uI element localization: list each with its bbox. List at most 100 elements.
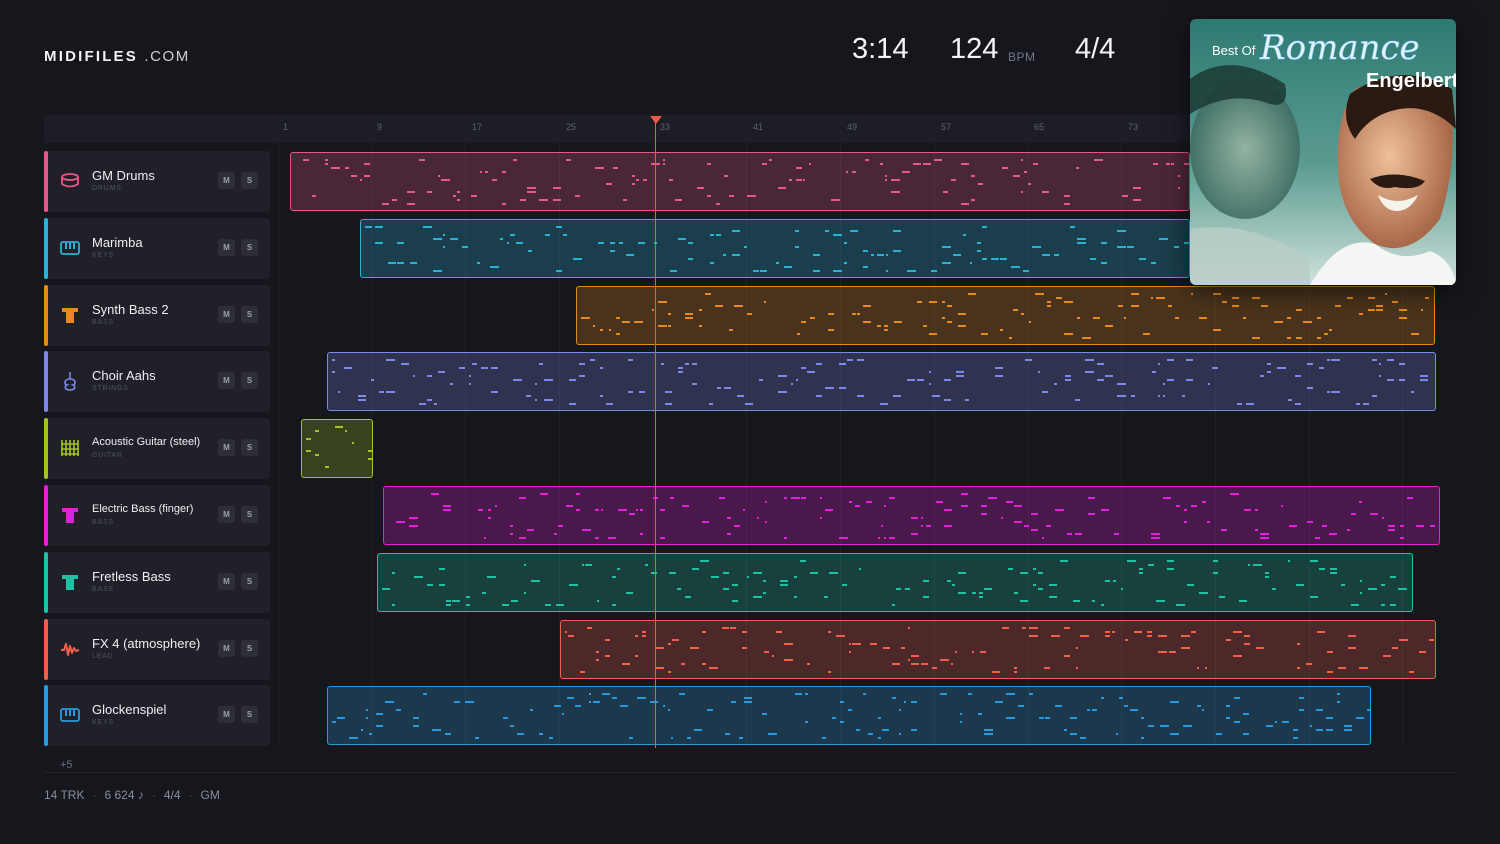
clip-notes [396,493,1435,539]
track-color-bar [44,619,48,680]
duration-display: 3:14 [852,33,909,65]
track-category: BASS [92,319,114,326]
solo-button[interactable]: S [241,573,258,590]
tempo-unit: BPM [1008,50,1036,64]
track-name: FX 4 (atmosphere) [92,636,201,651]
track-name: Electric Bass (finger) [92,503,194,515]
clip-6[interactable] [383,486,1440,545]
album-title-line2: Romance [1259,28,1420,68]
ruler-tick-41: 41 [753,122,764,132]
ruler-tick-9: 9 [377,122,383,132]
track-name: Acoustic Guitar (steel) [92,436,201,448]
track-category: KEYS [92,719,114,726]
solo-button[interactable]: S [241,706,258,723]
playhead-handle[interactable] [650,116,662,124]
track-header-8[interactable]: FX 4 (atmosphere) LEAD M S [44,619,270,680]
album-cover: Best Of Romance Engelbert [1190,19,1456,285]
keyboard-icon [60,705,80,725]
solo-button[interactable]: S [241,439,258,456]
more-tracks-indicator[interactable]: +5 [60,759,73,771]
track-color-bar [44,418,48,479]
clip-notes [306,426,372,468]
track-header-3[interactable]: Synth Bass 2 BASS M S [44,285,270,346]
mute-button[interactable]: M [218,372,235,389]
footer-stats: 14 TRK · 6 624 ♪ · 4/4 · GM [44,788,220,802]
track-color-bar [44,685,48,746]
track-name: Choir Aahs [92,368,156,383]
bass-icon [60,505,80,525]
bass-icon [60,305,80,325]
site-logo[interactable]: MIDIFILES .COM [44,48,190,65]
note-count: 6 624 ♪ [104,788,144,802]
playhead[interactable] [655,122,656,748]
track-color-bar [44,351,48,412]
track-color-bar [44,218,48,279]
drum-icon [60,171,80,191]
ruler-tick-17: 17 [472,122,483,132]
track-color-bar [44,151,48,212]
solo-button[interactable]: S [241,172,258,189]
mute-button[interactable]: M [218,306,235,323]
clip-notes [332,359,1428,405]
track-count: 14 TRK [44,788,85,802]
solo-button[interactable]: S [241,640,258,657]
track-name: GM Drums [92,168,155,183]
clip-notes [382,560,1407,606]
clip-2[interactable] [360,219,1190,278]
solo-button[interactable]: S [241,372,258,389]
clip-5[interactable] [301,419,373,478]
clip-1[interactable] [290,152,1190,211]
track-category: BASS [92,519,114,526]
track-header-4[interactable]: Choir Aahs STRINGS M S [44,351,270,412]
solo-button[interactable]: S [241,506,258,523]
track-header-7[interactable]: Fretless Bass BASS M S [44,552,270,613]
mute-button[interactable]: M [218,172,235,189]
grid-line [278,143,279,748]
clip-3[interactable] [576,286,1435,345]
clip-notes [303,159,1189,205]
clip-7[interactable] [377,553,1413,612]
solo-button[interactable]: S [241,239,258,256]
tempo-display: 124 [950,33,999,65]
track-category: DRUMS [92,185,122,192]
mute-button[interactable]: M [218,706,235,723]
track-name: Marimba [92,235,143,250]
solo-button[interactable]: S [241,306,258,323]
time-signature-display: 4/4 [1075,33,1116,65]
ruler-tick-57: 57 [941,122,952,132]
ruler-tick-49: 49 [847,122,858,132]
track-category: GUITAR [92,452,123,459]
track-header-5[interactable]: Acoustic Guitar (steel) GUITAR M S [44,418,270,479]
logo-bold: MIDIFILES [44,48,138,65]
clip-notes [581,293,1429,339]
track-category: BASS [92,586,114,593]
album-artist: Engelbert [1366,70,1456,92]
clip-8[interactable] [560,620,1436,679]
mute-button[interactable]: M [218,640,235,657]
track-name: Glockenspiel [92,702,167,717]
track-header-1[interactable]: GM Drums DRUMS M S [44,151,270,212]
track-header-2[interactable]: Marimba KEYS M S [44,218,270,279]
clip-4[interactable] [327,352,1436,411]
clip-notes [365,226,1189,272]
mute-button[interactable]: M [218,506,235,523]
bass-icon [60,572,80,592]
midi-standard: GM [200,788,220,802]
footer-time-signature: 4/4 [163,788,181,802]
waveform-icon [60,639,80,659]
track-color-bar [44,285,48,346]
mute-button[interactable]: M [218,573,235,590]
ruler-tick-25: 25 [566,122,577,132]
track-header-9[interactable]: Glockenspiel KEYS M S [44,685,270,746]
track-category: KEYS [92,252,114,259]
track-name: Fretless Bass [92,569,171,584]
mute-button[interactable]: M [218,239,235,256]
ruler-tick-1: 1 [283,122,289,132]
track-header-6[interactable]: Electric Bass (finger) BASS M S [44,485,270,546]
footer-divider [44,772,1456,773]
album-title-line1: Best Of [1212,43,1256,58]
violin-icon [60,371,80,391]
keyboard-icon [60,238,80,258]
mute-button[interactable]: M [218,439,235,456]
clip-9[interactable] [327,686,1371,745]
